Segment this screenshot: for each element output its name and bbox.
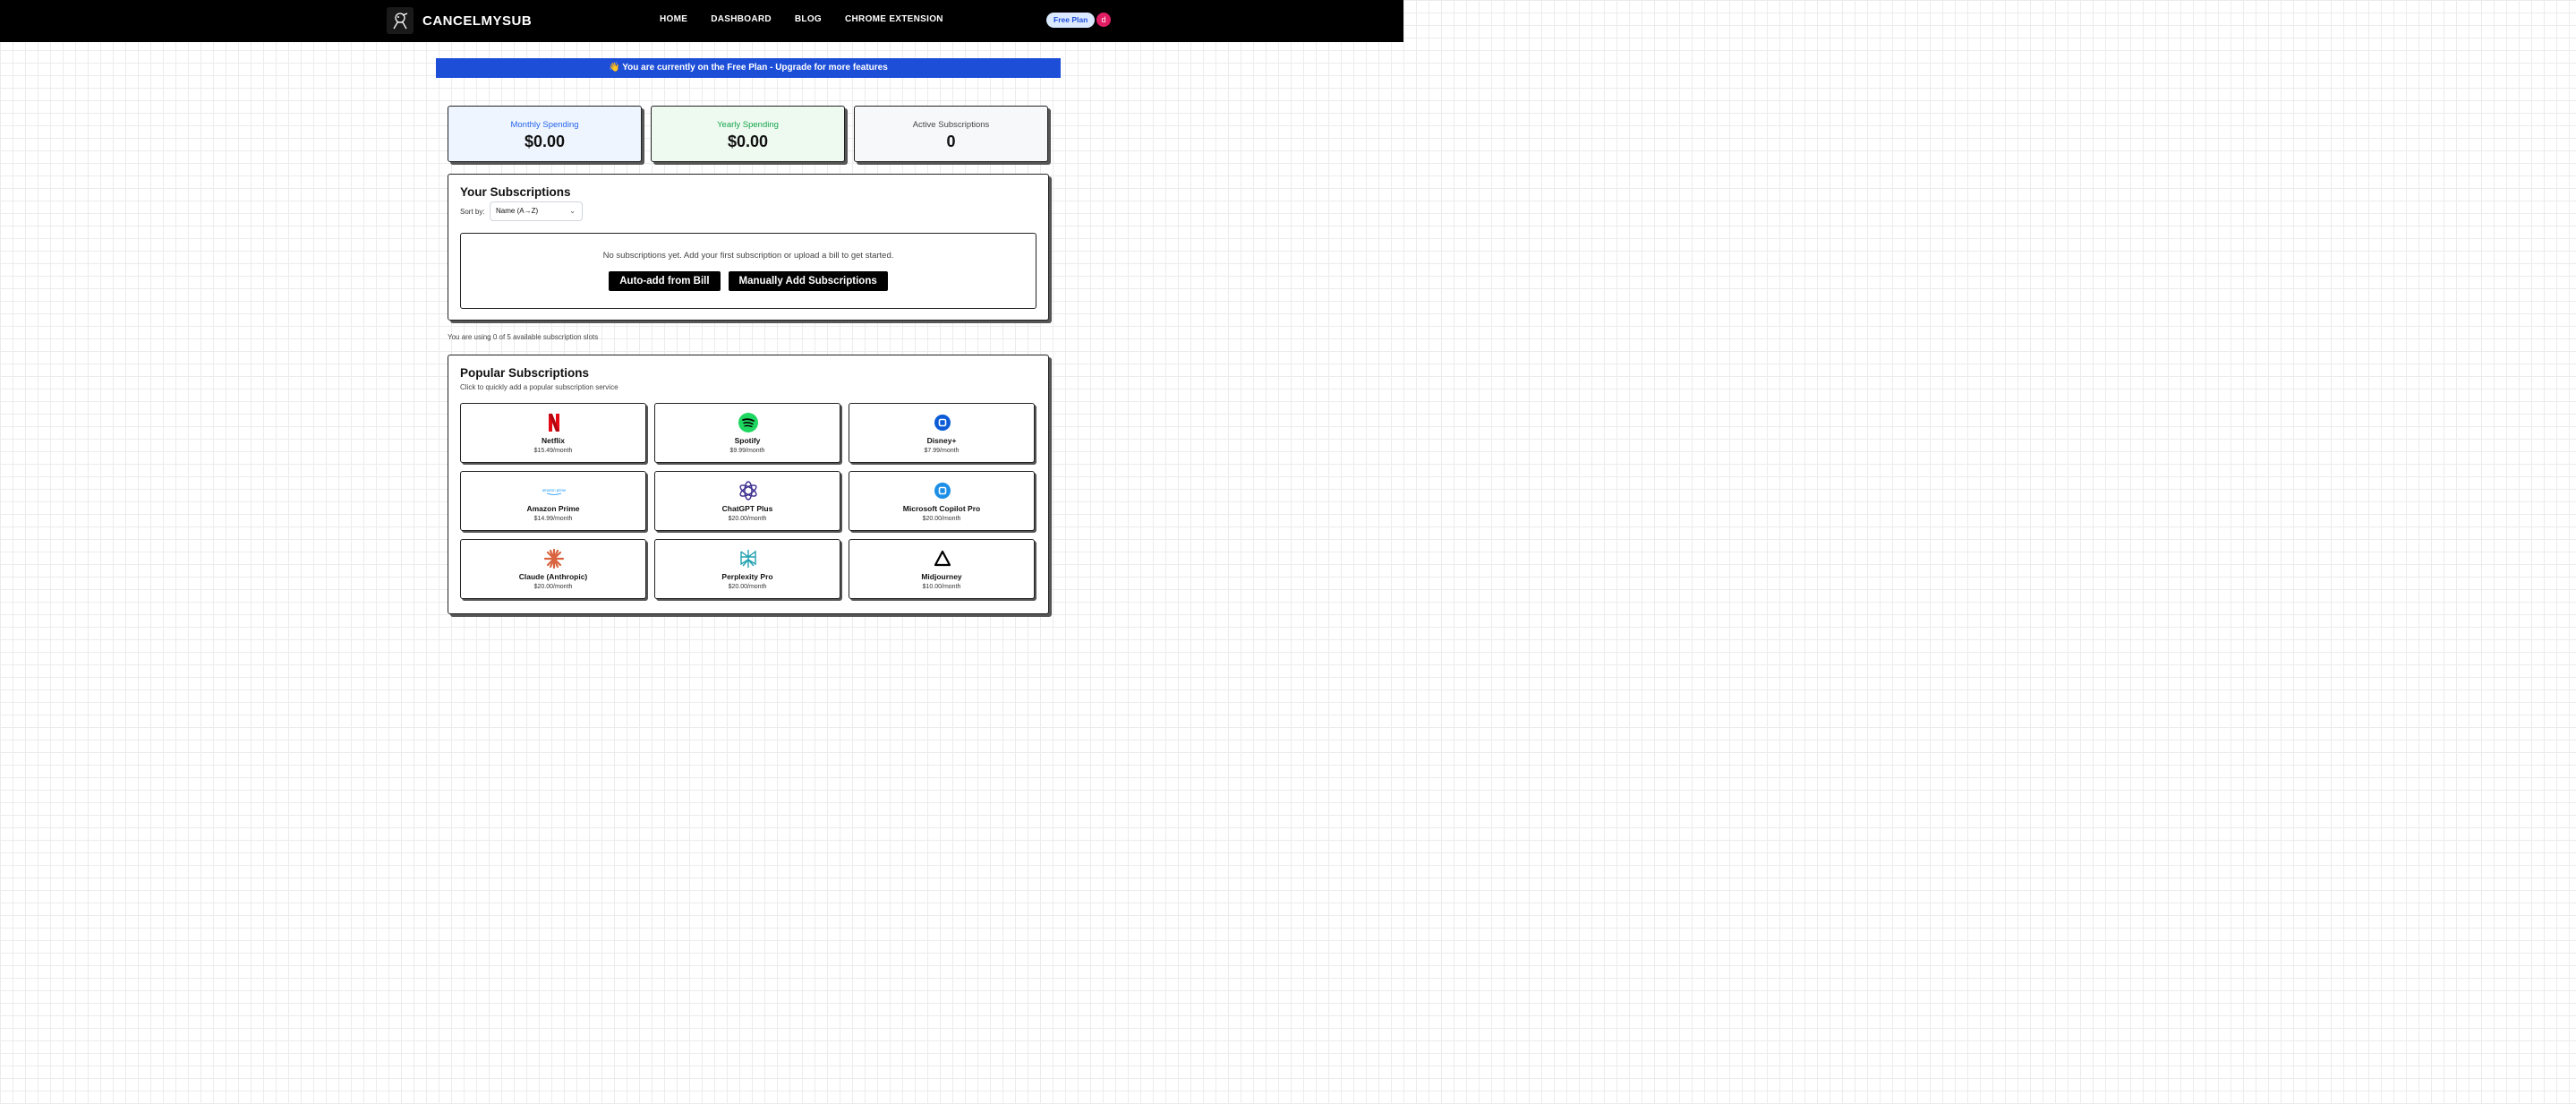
top-nav-bar: CANCELMYSUB HOME DASHBOARD BLOG CHROME E… [0, 0, 1403, 42]
upgrade-banner[interactable]: 👋 You are currently on the Free Plan - U… [436, 58, 1061, 78]
nav-dashboard[interactable]: DASHBOARD [711, 14, 772, 24]
popular-tile-claude[interactable]: Claude (Anthropic) $20.00/month [460, 539, 646, 599]
spotify-icon [738, 413, 758, 432]
popular-tile-price: $20.00/month [922, 516, 961, 522]
brand-logo-icon [387, 7, 414, 34]
nav-chrome-extension[interactable]: CHROME EXTENSION [845, 14, 943, 24]
popular-tile-name: Perplexity Pro [721, 572, 773, 581]
empty-state-text: No subscriptions yet. Add your first sub… [602, 251, 894, 261]
perplexity-icon [740, 550, 756, 568]
copilot-icon [934, 483, 951, 499]
sort-select[interactable]: Name (A→Z) ⌄ [490, 201, 583, 221]
netflix-icon [549, 414, 559, 432]
popular-tile-chatgpt-plus[interactable]: ChatGPT Plus $20.00/month [654, 471, 840, 531]
yearly-spending-label: Yearly Spending [717, 120, 779, 130]
brand-name: CANCELMYSUB [422, 13, 533, 29]
plan-badge[interactable]: Free Plan [1046, 13, 1096, 28]
popular-tile-price: $7.99/month [924, 448, 960, 454]
monthly-spending-value: $0.00 [524, 133, 566, 150]
chatgpt-icon [739, 481, 757, 501]
nav-home[interactable]: HOME [660, 14, 687, 24]
sort-label: Sort by: [460, 208, 485, 216]
popular-subscriptions-subtitle: Click to quickly add a popular subscript… [460, 383, 618, 391]
svg-text:amazon prime: amazon prime [542, 488, 567, 492]
popular-tile-name: Claude (Anthropic) [518, 572, 588, 581]
popular-tile-price: $20.00/month [728, 516, 767, 522]
popular-tile-name: Microsoft Copilot Pro [902, 504, 981, 513]
popular-tile-name: ChatGPT Plus [721, 504, 773, 513]
popular-tile-perplexity-pro[interactable]: Perplexity Pro $20.00/month [654, 539, 840, 599]
chevron-down-icon: ⌄ [569, 207, 576, 215]
subscription-slots-note: You are using 0 of 5 available subscript… [448, 333, 599, 341]
popular-tile-name: Netflix [542, 436, 565, 445]
monthly-spending-card: Monthly Spending $0.00 [448, 106, 642, 162]
popular-tile-amazon-prime[interactable]: amazon prime Amazon Prime $14.99/month [460, 471, 646, 531]
manually-add-subscriptions-button[interactable]: Manually Add Subscriptions [728, 271, 888, 291]
yearly-spending-value: $0.00 [727, 133, 769, 150]
popular-subscriptions-title: Popular Subscriptions [460, 366, 590, 380]
popular-tile-name: Midjourney [921, 572, 962, 581]
popular-tile-name: Spotify [734, 436, 761, 445]
your-subscriptions-panel: Your Subscriptions Sort by: Name (A→Z) ⌄… [448, 174, 1049, 321]
popular-tile-price: $10.00/month [922, 584, 961, 590]
popular-tile-spotify[interactable]: Spotify $9.99/month [654, 403, 840, 463]
active-subscriptions-value: 0 [946, 133, 956, 150]
popular-tile-price: $20.00/month [728, 584, 767, 590]
popular-tile-microsoft-copilot-pro[interactable]: Microsoft Copilot Pro $20.00/month [849, 471, 1035, 531]
active-subscriptions-label: Active Subscriptions [912, 120, 990, 130]
popular-tile-netflix[interactable]: Netflix $15.49/month [460, 403, 646, 463]
popular-tile-price: $15.49/month [533, 448, 573, 454]
yearly-spending-card: Yearly Spending $0.00 [651, 106, 845, 162]
brand[interactable]: CANCELMYSUB [387, 7, 532, 34]
midjourney-icon [934, 550, 951, 567]
monthly-spending-label: Monthly Spending [510, 120, 579, 130]
sort-select-value: Name (A→Z) [496, 207, 539, 215]
claude-icon [543, 548, 565, 569]
popular-tile-price: $20.00/month [533, 584, 573, 590]
disney-plus-icon [934, 415, 951, 431]
active-subscriptions-card: Active Subscriptions 0 [854, 106, 1048, 162]
popular-tile-price: $14.99/month [533, 516, 573, 522]
popular-tile-midjourney[interactable]: Midjourney $10.00/month [849, 539, 1035, 599]
nav-blog[interactable]: BLOG [795, 14, 822, 24]
popular-tile-disney-plus[interactable]: Disney+ $7.99/month [849, 403, 1035, 463]
auto-add-from-bill-button[interactable]: Auto-add from Bill [609, 271, 721, 291]
empty-state: No subscriptions yet. Add your first sub… [460, 233, 1036, 309]
main-nav: HOME DASHBOARD BLOG CHROME EXTENSION [660, 14, 943, 24]
avatar[interactable]: d [1096, 13, 1111, 27]
amazon-prime-icon: amazon prime [542, 488, 567, 495]
popular-subscriptions-panel: Popular Subscriptions Click to quickly a… [448, 355, 1049, 614]
popular-tile-name: Amazon Prime [526, 504, 580, 513]
your-subscriptions-title: Your Subscriptions [460, 185, 571, 199]
empty-state-actions: Auto-add from Bill Manually Add Subscrip… [461, 271, 1036, 291]
popular-tile-price: $9.99/month [729, 448, 765, 454]
popular-tile-name: Disney+ [926, 436, 957, 445]
